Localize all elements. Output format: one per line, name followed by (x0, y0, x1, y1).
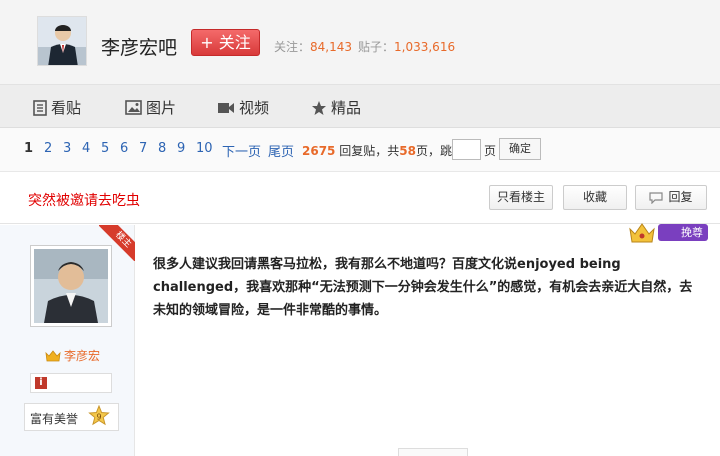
tab-label: 看贴 (51, 99, 82, 117)
page-3[interactable]: 3 (63, 141, 71, 156)
tab-images[interactable]: 图片 (125, 97, 176, 118)
tab-featured[interactable]: 精品 (311, 97, 361, 118)
page-8[interactable]: 8 (158, 141, 166, 156)
forum-header: 李彦宏吧 + 关注 关注：84,143 贴子：1,033,616 (0, 0, 720, 84)
tab-label: 视频 (239, 99, 270, 117)
last-page-link[interactable]: 尾页 (268, 141, 294, 160)
pagination-bar: 1 2 3 4 5 6 7 8 9 10 下一页 尾页 2675 回复贴，共58… (0, 128, 720, 172)
tab-view-posts[interactable]: 看贴 (33, 97, 81, 118)
reply-summary: 2675 回复贴，共58页，跳到 (302, 142, 464, 159)
page-10[interactable]: 10 (196, 141, 213, 156)
star-icon (312, 100, 326, 115)
next-page-link[interactable]: 下一页 (222, 141, 261, 160)
page-7[interactable]: 7 (139, 141, 147, 156)
crown-icon (45, 349, 61, 361)
followers-stat: 关注：84,143 (274, 38, 352, 55)
author-name: 李彦宏 (64, 349, 101, 363)
only-op-button[interactable]: 只看楼主 (489, 185, 553, 210)
posts-label: 贴子： (358, 40, 395, 54)
page-9[interactable]: 9 (177, 141, 185, 156)
author-avatar[interactable] (30, 245, 112, 327)
jump-page-input[interactable] (452, 139, 481, 160)
thread-title: 突然被邀请去吃虫 (28, 193, 140, 209)
image-icon (125, 100, 142, 115)
forum-avatar[interactable] (37, 16, 87, 66)
reply-count: 2675 (302, 144, 336, 158)
posts-stat: 贴子：1,033,616 (358, 38, 455, 55)
followers-count: 84,143 (310, 40, 353, 54)
favorite-button[interactable]: 收藏 (563, 185, 627, 210)
forum-name[interactable]: 李彦宏吧 (101, 33, 177, 60)
page-2[interactable]: 2 (44, 141, 52, 156)
vip-label: 挽尊 (658, 224, 708, 241)
share-button-stub[interactable] (398, 448, 468, 456)
tab-videos[interactable]: 视频 (217, 97, 269, 118)
tab-label: 图片 (146, 99, 177, 117)
page-4[interactable]: 4 (82, 141, 90, 156)
tab-label: 精品 (331, 99, 362, 117)
followers-label: 关注： (274, 40, 311, 54)
page-unit-label: 页 (484, 144, 497, 158)
page-5[interactable]: 5 (101, 141, 109, 156)
crown-icon (629, 223, 655, 243)
confirm-jump-button[interactable]: 确定 (499, 138, 541, 160)
document-icon (33, 99, 47, 116)
page-1[interactable]: 1 (24, 141, 33, 156)
level-title: 富有美誉 (30, 412, 79, 426)
forum-nav: 看贴 图片 视频 精品 (0, 84, 720, 128)
info-icon[interactable]: i (35, 377, 47, 389)
level-number: 9 (96, 413, 101, 422)
video-icon (218, 102, 234, 113)
reply-suffix: 回复贴，共 (339, 144, 400, 158)
page-count: 58 (399, 144, 416, 158)
level-star-icon[interactable]: 9 (88, 404, 110, 430)
author-name-link[interactable]: 李彦宏 (45, 347, 100, 364)
follow-button[interactable]: + 关注 (191, 29, 260, 56)
page-6[interactable]: 6 (120, 141, 128, 156)
reply-button[interactable]: 回复 (635, 185, 707, 210)
reply-label: 回复 (668, 190, 693, 204)
speech-bubble-icon (649, 191, 664, 204)
post-content: 很多人建议我回请黑客马拉松，我有那么不地道吗？百度文化说enjoyed bein… (153, 257, 693, 318)
posts-count: 1,033,616 (394, 40, 456, 54)
